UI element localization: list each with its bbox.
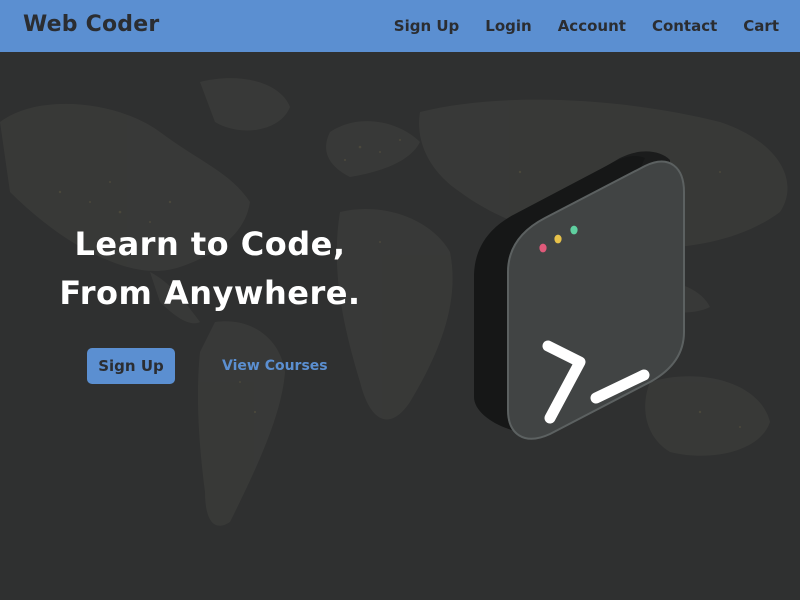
nav-link-sign-up[interactable]: Sign Up bbox=[394, 17, 460, 35]
window-dot-yellow bbox=[554, 234, 562, 244]
terminal-icon bbox=[474, 151, 685, 440]
navbar: Web Coder Sign Up Login Account Contact … bbox=[0, 0, 800, 52]
nav-link-contact[interactable]: Contact bbox=[652, 17, 717, 35]
headline-line-2: From Anywhere. bbox=[59, 274, 361, 312]
window-dot-red bbox=[539, 243, 547, 253]
headline-line-1: Learn to Code, bbox=[74, 225, 346, 263]
nav-link-account[interactable]: Account bbox=[558, 17, 626, 35]
hero-headline: Learn to Code, From Anywhere. bbox=[40, 220, 380, 318]
brand-logo[interactable]: Web Coder bbox=[23, 12, 159, 37]
nav-link-cart[interactable]: Cart bbox=[743, 17, 779, 35]
window-dot-green bbox=[570, 225, 578, 235]
view-courses-link[interactable]: View Courses bbox=[222, 358, 328, 374]
nav-links: Sign Up Login Account Contact Cart bbox=[394, 17, 779, 35]
hero-sign-up-button[interactable]: Sign Up bbox=[87, 348, 175, 384]
hero-section: Learn to Code, From Anywhere. Sign Up Vi… bbox=[0, 52, 800, 600]
nav-link-login[interactable]: Login bbox=[485, 17, 531, 35]
